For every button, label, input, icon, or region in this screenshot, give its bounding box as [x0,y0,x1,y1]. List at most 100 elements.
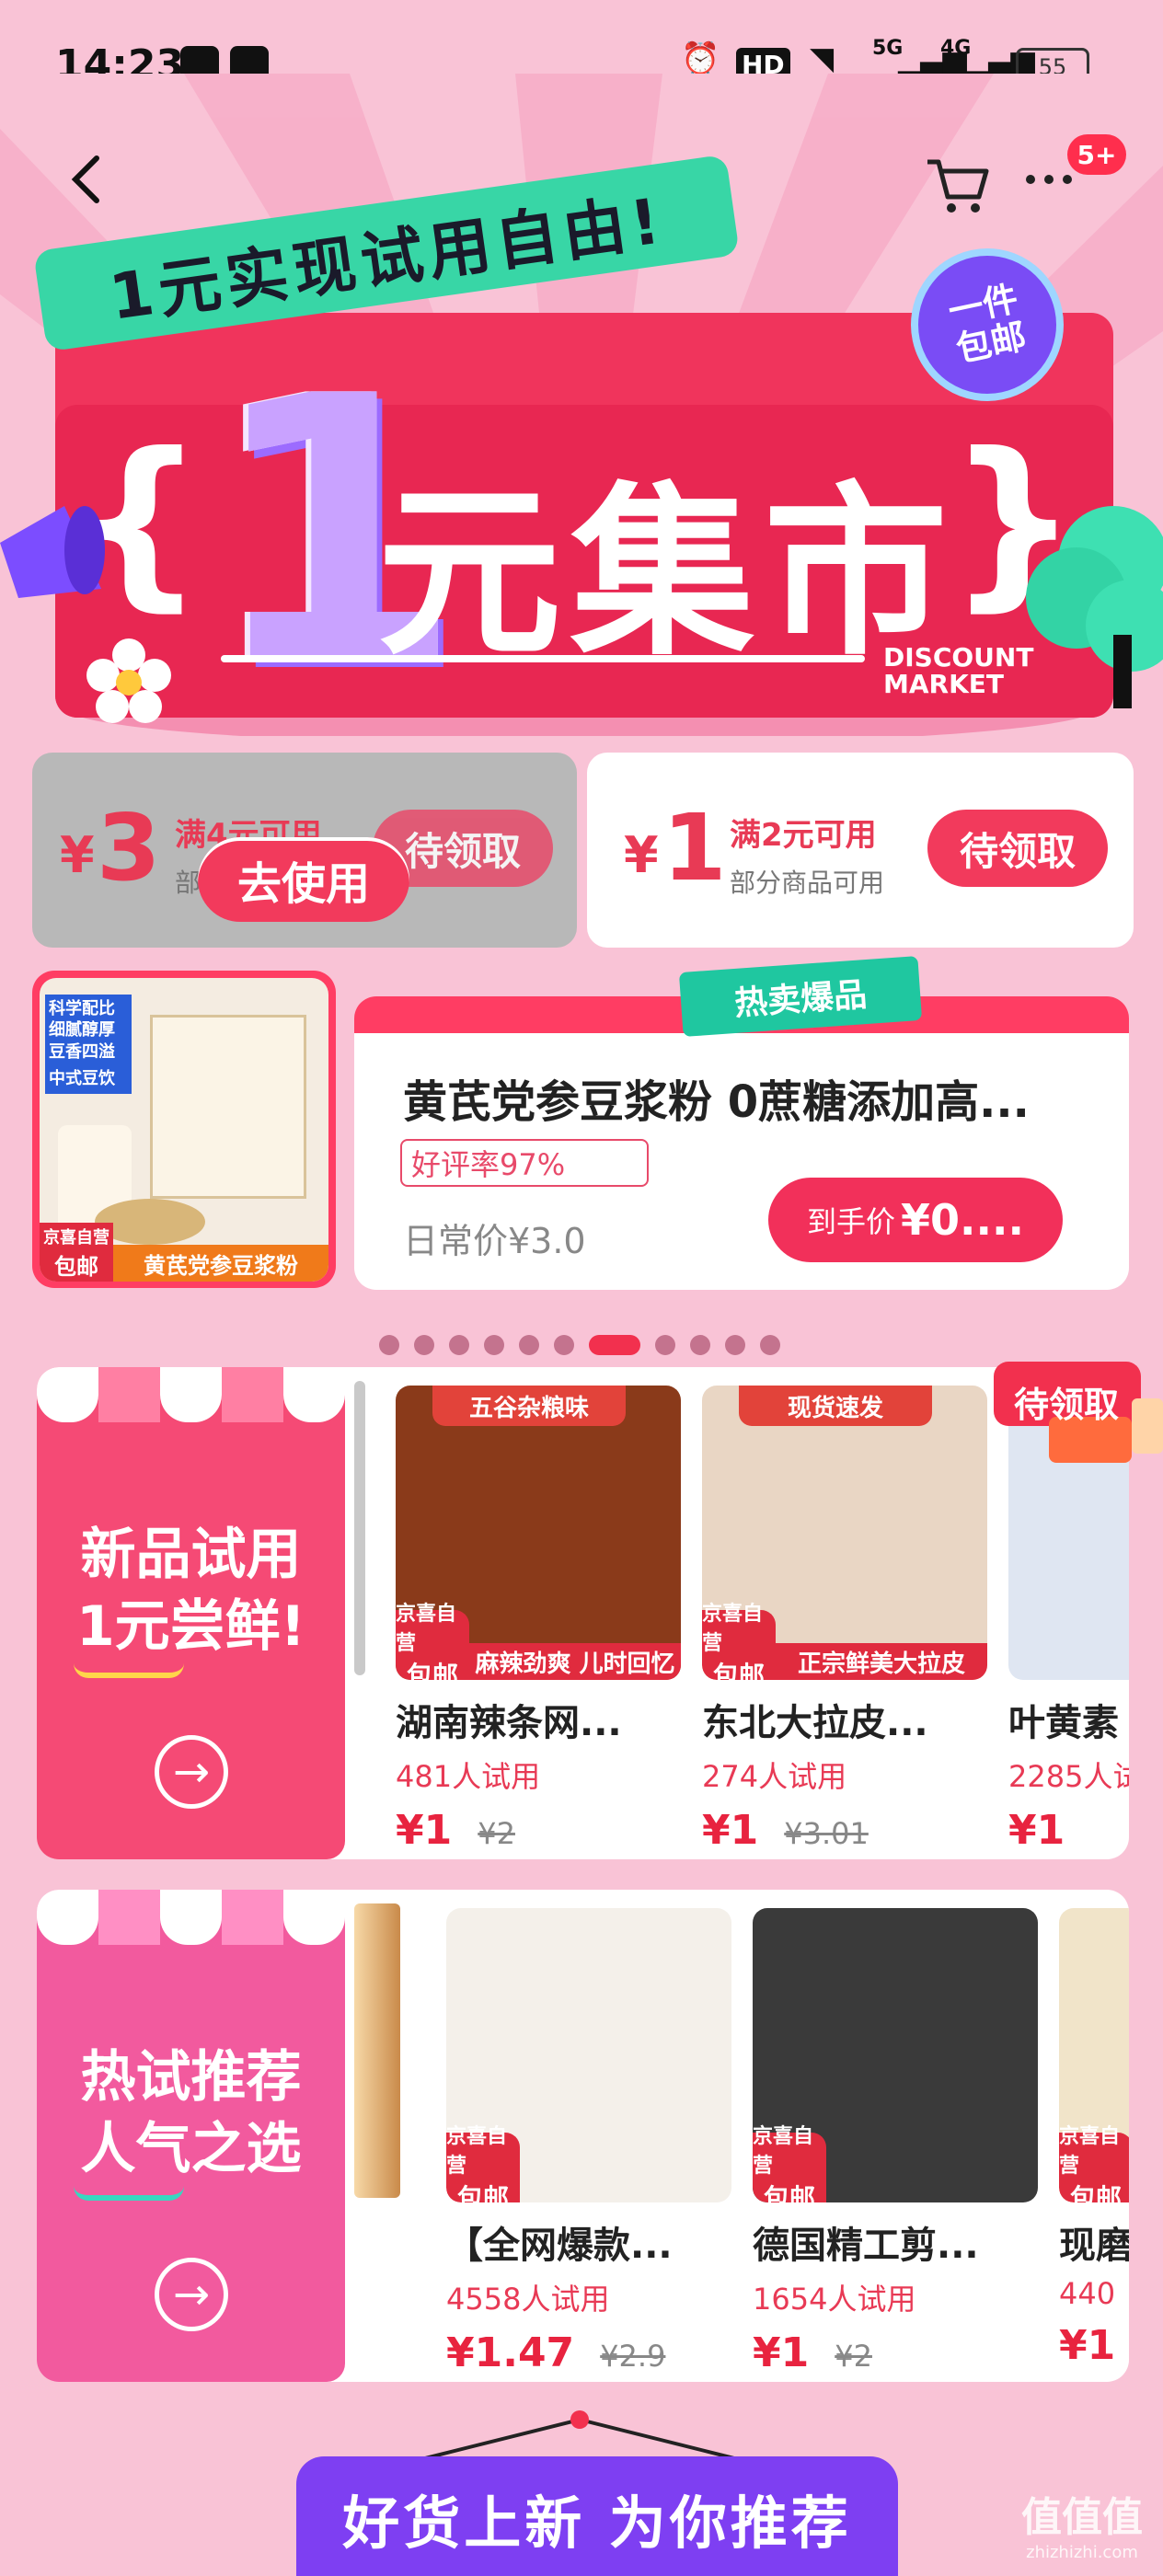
product-name[interactable]: 【全网爆款... [446,2215,731,2269]
product-name[interactable]: 湖南辣条网... [396,1693,681,1746]
title-squiggle-2 [74,2186,184,2201]
hero-underline [221,655,865,662]
product-image-caption: 正宗鲜美大拉皮 [776,1643,987,1680]
title-squiggle [74,1663,184,1678]
section-hot-arrow-icon[interactable]: → [155,2258,228,2331]
self-badge-bottom: 包邮 [712,1661,765,1680]
product-price: ¥1 [1059,2322,1116,2369]
product-card[interactable]: 京喜自营包邮【全网爆款... 4558人试用 ¥1.47 ¥2.9 [446,1908,731,2376]
watermark-main: 值值值 [1021,2494,1143,2541]
back-icon[interactable] [55,147,120,212]
product-image[interactable]: 五谷杂粮味京喜自营 包邮 麻辣劲爽 儿时回忆 [396,1386,681,1680]
coupon-2-condition: 满2元可用 [730,817,877,854]
hot-image-label-1: 科学配比 [49,999,115,1018]
product-old-price: ¥2 [478,1816,515,1851]
use-coupon-button[interactable]: 去使用 [198,837,409,922]
self-badge-bottom: 包邮 [763,2183,815,2202]
hot-image-label-top: 科学配比 细腻醇厚 豆香四溢 中式豆饮 [45,995,132,1094]
carousel-pager[interactable] [379,1334,780,1356]
product-name[interactable]: 东北大拉皮... [702,1693,987,1746]
claim-tag-label[interactable]: 待领取 [997,1376,1135,1425]
product-price-row: ¥1 [1059,2322,1129,2369]
self-operated-badge: 京喜自营 包邮 [702,1603,776,1680]
self-badge-top: 京喜自营 [446,2125,508,2178]
product-card[interactable]: 京喜自营 包邮 现磨 440 ¥1 [1059,1908,1129,2369]
coupon-2-amount: 1 [662,794,727,902]
section-hot-title-line1: 热试推荐 [80,2045,302,2110]
section-new-title-line1: 新品试用 [80,1523,302,1587]
self-badge-bottom: 包邮 [406,1661,458,1680]
product-price-row: ¥1 [1008,1807,1129,1854]
self-operated-badge: 京喜自营包邮 [446,2125,520,2202]
coupon-1-amount: 3 [97,794,161,902]
watermark: 值值值 zhizhizhi.com [1021,2484,1143,2562]
section-new-banner[interactable]: 新品试用 1元尝鲜! → [37,1367,345,1859]
self-operated-badge: 京喜自营 包邮 [1059,2125,1129,2202]
hot-image-self-badge: 京喜自营 包邮 [40,1223,113,1282]
hot-badge-bottom: 包邮 [54,1253,98,1280]
product-old-price: ¥2.9 [600,2339,666,2374]
section-new-title: 新品试用 1元尝鲜! [37,1519,345,1662]
tree-icon [1026,506,1163,708]
section-hot-banner[interactable]: 热试推荐 人气之选 → [37,1890,345,2382]
product-price: ¥1 [396,1807,453,1854]
pager-dot[interactable] [519,1335,539,1355]
pager-dot[interactable] [655,1335,675,1355]
product-name[interactable]: 现磨 [1059,2215,1129,2269]
product-image[interactable]: 京喜自营 包邮 [1059,1908,1129,2202]
hot-image-label-2: 细腻醇厚 [49,1020,115,1041]
product-old-price: ¥2 [835,2339,872,2374]
section-new-arrow-icon[interactable]: → [155,1735,228,1809]
coupon-2-yen: ¥ [624,826,659,884]
pager-dot[interactable] [379,1335,399,1355]
product-card[interactable]: 五谷杂粮味京喜自营 包邮 麻辣劲爽 儿时回忆湖南辣条网... 481人试用 ¥1 ¥2 [396,1386,681,1854]
product-trial-count: 481人试用 [396,1759,541,1794]
product-image-tag: 现货速发 [739,1386,932,1426]
section-hot-title-line2: 人气之选 [80,2117,302,2181]
self-badge-top: 京喜自营 [753,2125,814,2178]
hero-discount-line1: DISCOUNT [883,642,1034,673]
product-trial-count: 4558人试用 [446,2282,610,2317]
pager-dot[interactable] [449,1335,469,1355]
pager-dot-active[interactable] [589,1335,640,1355]
wifi-icon: ◥ [810,40,835,77]
alarm-icon: ⏰ [681,40,720,77]
product-price-row: ¥1 ¥3.01 [702,1807,987,1854]
hot-product-image[interactable]: 科学配比 细腻醇厚 豆香四溢 中式豆饮 京喜自营 包邮 黄芪党参豆浆粉 [32,971,336,1288]
self-badge-bottom: 包邮 [1069,2183,1122,2202]
product-image[interactable]: 京喜自营包邮 [446,1908,731,2202]
coupon-1-scope: 部 [175,868,202,898]
product-name[interactable]: 德国精工剪... [753,2215,1038,2269]
product-card[interactable]: 现货速发京喜自营 包邮 正宗鲜美大拉皮东北大拉皮... 274人试用 ¥1 ¥3.01 [702,1386,987,1854]
flower-icon [86,638,171,723]
price-label: 到手价 [807,1204,896,1239]
self-badge-bottom: 包邮 [456,2183,509,2202]
cart-icon[interactable] [920,147,994,221]
pager-dot[interactable] [554,1335,574,1355]
pager-dot[interactable] [414,1335,434,1355]
hot-image-label-3: 豆香四溢 [49,1041,115,1062]
product-old-price: ¥3.01 [784,1816,869,1851]
product-image-tag: 五谷杂粮味 [432,1386,626,1426]
pager-dot[interactable] [760,1335,780,1355]
product-image-caption: 麻辣劲爽 儿时回忆 [469,1643,681,1680]
product-card[interactable]: 京喜自营 包邮 德国精工剪... 1654人试用 ¥1 ¥2 [753,1908,1038,2376]
scroll-peek-2 [354,1903,400,2198]
coupon-1-yen: ¥ [60,826,95,884]
product-image[interactable]: 现货速发京喜自营 包邮 正宗鲜美大拉皮 [702,1386,987,1680]
product-trial-count: 274人试用 [702,1759,847,1794]
product-name[interactable]: 叶黄素 [1008,1693,1129,1746]
price-value: ¥0.... [901,1195,1024,1245]
pager-dot[interactable] [725,1335,745,1355]
hot-product-price-button[interactable]: 到手价 ¥0.... [768,1178,1063,1262]
product-price-row: ¥1.47 ¥2.9 [446,2329,731,2376]
coupon-card-2[interactable]: ¥ 1 满2元可用 部分商品可用 待领取 [587,753,1134,948]
section-hot-trial: 热试推荐 人气之选 → 京喜自营包邮【全网爆款... 4558人试用 ¥1.47 ¥2… [37,1890,1129,2382]
coupon-2-claim-button[interactable]: 待领取 [927,810,1108,887]
product-image[interactable]: 京喜自营包邮 [753,1908,1038,2202]
more-icon[interactable] [1021,170,1077,189]
pager-dot[interactable] [690,1335,710,1355]
pager-dot[interactable] [484,1335,504,1355]
self-operated-badge: 京喜自营 包邮 [396,1603,469,1680]
hot-product-title[interactable]: 黄芪党参豆浆粉 0蔗糖添加高... [403,1065,1030,1130]
